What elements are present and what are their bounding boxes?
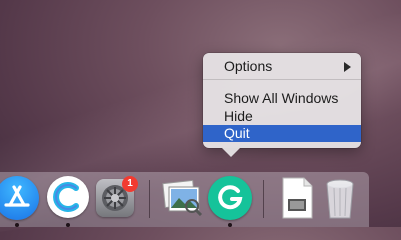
menu-separator — [203, 79, 361, 80]
menu-item-label: Hide — [224, 108, 253, 124]
grammarly-icon[interactable] — [208, 176, 252, 220]
menu-item-label: Options — [224, 58, 273, 74]
notification-badge: 1 — [122, 176, 138, 192]
menu-item-show-all-windows[interactable]: Show All Windows — [203, 90, 361, 107]
menu-item-label: Quit — [224, 125, 250, 141]
submenu-arrow-icon — [344, 62, 351, 72]
app-store-icon[interactable] — [0, 176, 39, 220]
preview-icon[interactable] — [160, 179, 204, 217]
running-indicator — [66, 223, 70, 227]
contacts-c-icon[interactable] — [47, 176, 89, 218]
menu-item-label: Show All Windows — [224, 90, 339, 106]
menu-item-hide[interactable]: Hide — [203, 108, 361, 125]
trash-icon[interactable] — [326, 176, 354, 220]
document-icon[interactable] — [280, 177, 314, 219]
dock-divider — [149, 180, 150, 218]
menu-item-options[interactable]: Options — [203, 58, 361, 75]
running-indicator — [228, 223, 232, 227]
menu-item-quit[interactable]: Quit — [203, 125, 361, 142]
running-indicator — [15, 223, 19, 227]
dock — [0, 172, 369, 227]
dock-divider — [263, 180, 264, 218]
dock-context-menu: Options Show All Windows Hide Quit — [203, 53, 361, 157]
